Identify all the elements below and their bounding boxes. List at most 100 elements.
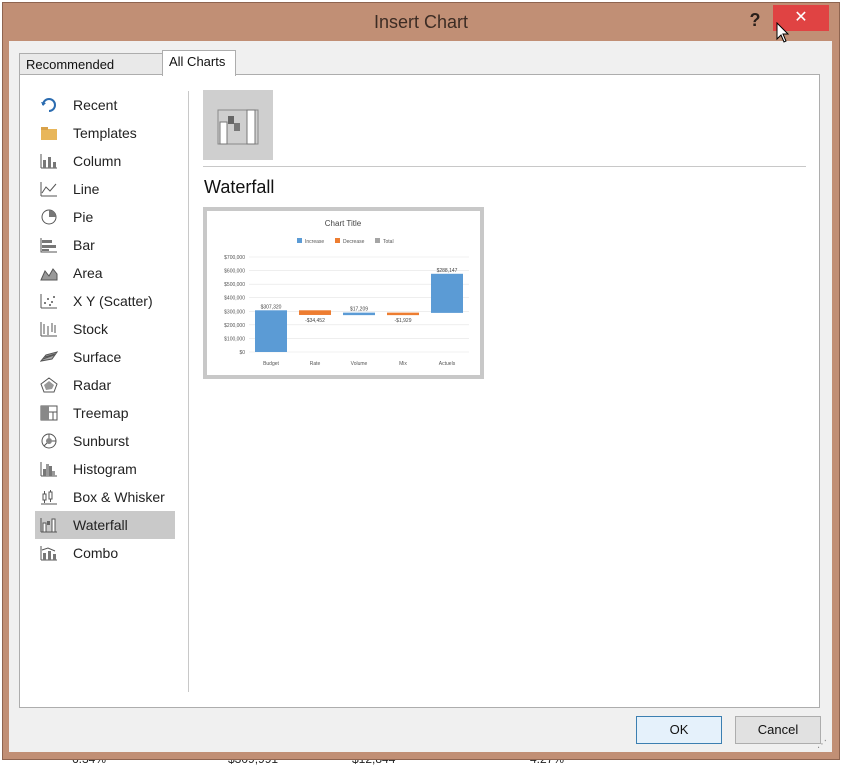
y-tick-label: $700,000 [224, 255, 245, 261]
mouse-cursor-icon [776, 22, 790, 43]
y-tick-label: $400,000 [224, 296, 245, 302]
cancel-button[interactable]: Cancel [735, 716, 821, 744]
y-tick-label: $500,000 [224, 282, 245, 288]
legend-label: Total [383, 239, 394, 245]
sidebar-item-label: Histogram [73, 461, 137, 477]
insert-chart-dialog: Insert Chart ? ✕ Recommended Charts All … [2, 2, 840, 760]
scatter-chart-icon [40, 294, 57, 309]
sidebar-item-bar[interactable]: Bar [35, 231, 175, 259]
x-tick-label: Mix [399, 361, 407, 367]
sidebar-item-label: Area [73, 265, 103, 281]
chart-subtype-thumbnail[interactable] [203, 90, 273, 160]
sidebar-item-label: Radar [73, 377, 112, 393]
sidebar-item-label: Combo [73, 545, 119, 561]
sidebar-item-pie[interactable]: Pie [35, 203, 175, 231]
sidebar-item-label: X Y (Scatter) [73, 293, 153, 309]
sidebar-item-column[interactable]: Column [35, 147, 175, 175]
box-whisker-chart-icon [41, 490, 57, 505]
sidebar-item-stock[interactable]: Stock [35, 315, 175, 343]
x-tick-label: Budget [263, 361, 279, 367]
sidebar-item-surface[interactable]: Surface [35, 343, 175, 371]
resize-grip-icon[interactable]: ⋰ [817, 739, 827, 750]
dialog-titlebar[interactable]: Insert Chart ? ✕ [3, 3, 839, 41]
y-tick-label: $0 [239, 350, 245, 356]
recent-icon [41, 98, 56, 112]
x-tick-label: Actuels [439, 361, 456, 367]
waterfall-bar [255, 310, 287, 352]
sunburst-chart-icon [41, 433, 57, 449]
sidebar-item-label: Box & Whisker [73, 489, 165, 505]
help-button[interactable]: ? [743, 6, 767, 34]
close-icon: ✕ [794, 9, 808, 26]
sidebar-item-label: Pie [73, 209, 94, 225]
sidebar-item-combo[interactable]: Combo [35, 539, 175, 567]
sidebar-item-waterfall[interactable]: Waterfall [35, 511, 175, 539]
sidebar-item-label: Treemap [73, 405, 129, 421]
waterfall-bar [431, 273, 463, 313]
header-divider [203, 166, 806, 167]
bar-chart-icon [40, 238, 57, 253]
tab-all-charts[interactable]: All Charts [162, 50, 236, 76]
sidebar-item-label: Recent [73, 97, 118, 113]
sidebar-item-radar[interactable]: Radar [35, 371, 175, 399]
waterfall-chart-icon [217, 109, 259, 145]
tab-recommended-charts[interactable]: Recommended Charts [19, 53, 163, 94]
chart-type-title: Waterfall [204, 177, 275, 197]
sidebar-item-label: Stock [73, 321, 109, 337]
ok-button[interactable]: OK [636, 716, 722, 744]
legend-swatch [335, 238, 340, 243]
sidebar-item-area[interactable]: Area [35, 259, 175, 287]
surface-chart-icon [40, 351, 58, 362]
sidebar-item-line[interactable]: Line [35, 175, 175, 203]
x-tick-label: Volume [351, 361, 368, 367]
stock-chart-icon [40, 322, 57, 337]
column-chart-icon [40, 154, 57, 169]
pie-chart-icon [41, 209, 57, 225]
sidebar-item-label: Bar [73, 237, 95, 253]
x-tick-label: Rate [310, 361, 321, 367]
sidebar-item-recent[interactable]: Recent [35, 91, 175, 119]
sidebar-item-label: Sunburst [73, 433, 130, 449]
all-charts-panel: Recent Templates Column Line Pie Bar Area X Y (… [19, 74, 820, 708]
sidebar-item-box-whisker[interactable]: Box & Whisker [35, 483, 175, 511]
area-chart-icon [40, 268, 58, 281]
dialog-title: Insert Chart [373, 12, 469, 32]
data-label: $17,209 [350, 307, 368, 313]
y-tick-label: $200,000 [224, 323, 245, 329]
sidebar-item-treemap[interactable]: Treemap [35, 399, 175, 427]
chart-title: Chart Title [325, 219, 362, 228]
dialog-content: Recommended Charts All Charts Recent Temp… [9, 41, 832, 752]
data-label: -$1,929 [395, 318, 412, 324]
folder-icon [41, 127, 57, 140]
treemap-chart-icon [40, 405, 58, 421]
waterfall-bar [343, 312, 375, 316]
waterfall-chart-icon [40, 518, 57, 533]
sidebar-item-label: Surface [73, 349, 122, 365]
sidebar-item-templates[interactable]: Templates [35, 119, 175, 147]
sidebar-item-sunburst[interactable]: Sunburst [35, 427, 175, 455]
waterfall-bar [387, 312, 419, 316]
sidebar-item-label: Waterfall [73, 517, 128, 533]
chart-preview: Chart Title Increase Decrease Total $0 $100,0… [203, 207, 484, 379]
radar-chart-icon [40, 377, 58, 393]
y-tick-label: $100,000 [224, 336, 245, 342]
sidebar-item-x-y-scatter[interactable]: X Y (Scatter) [35, 287, 175, 315]
waterfall-bar [299, 310, 331, 315]
sidebar-divider [188, 91, 189, 692]
data-label: $307,320 [261, 304, 282, 310]
sidebar-item-histogram[interactable]: Histogram [35, 455, 175, 483]
y-tick-label: $600,000 [224, 269, 245, 275]
legend-label: Decrease [343, 239, 365, 245]
legend-swatch [297, 238, 302, 243]
data-label: $288,147 [437, 268, 458, 274]
line-chart-icon [40, 182, 57, 197]
waterfall-chart: Chart Title Increase Decrease Total $0 $100,0… [224, 219, 469, 367]
sidebar-item-label: Templates [73, 125, 137, 141]
histogram-chart-icon [40, 462, 57, 477]
legend-swatch [375, 238, 380, 243]
data-label: -$34,452 [305, 318, 325, 324]
sidebar-item-label: Column [73, 153, 122, 169]
legend-label: Increase [305, 239, 324, 245]
chart-type-list: Recent Templates Column Line Pie Bar Area X Y (… [35, 91, 177, 567]
sidebar-item-label: Line [73, 181, 100, 197]
